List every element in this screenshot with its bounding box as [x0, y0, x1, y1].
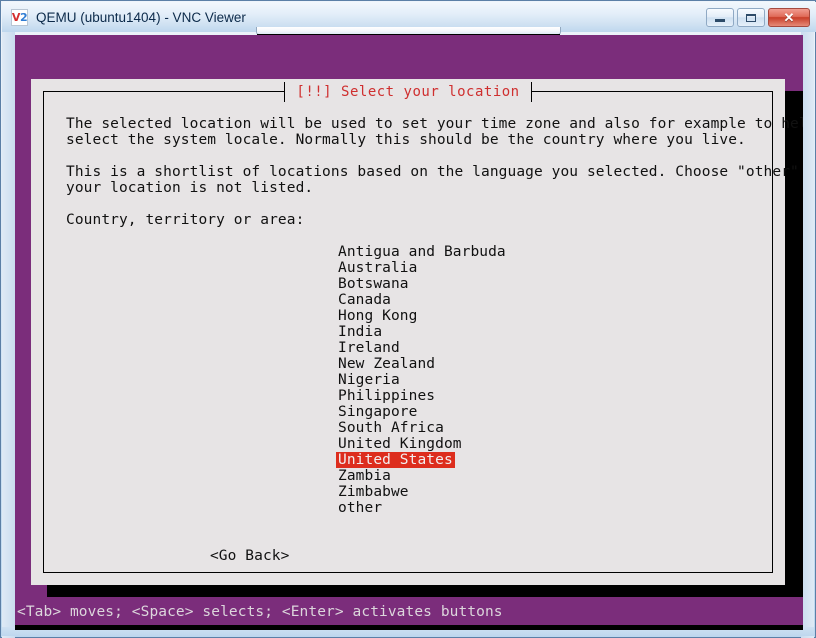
country-label: Zimbabwe: [338, 484, 409, 500]
dialog-paragraph-2: This is a shortlist of locations based o…: [66, 164, 799, 196]
country-label: Hong Kong: [338, 308, 418, 324]
go-back-row: <Go Back>: [66, 532, 750, 580]
country-label: New Zealand: [338, 356, 436, 372]
window-title: QEMU (ubuntu1404) - VNC Viewer: [36, 9, 246, 25]
viewer-left-edge: [2, 32, 15, 638]
installer-status-bar: <Tab> moves; <Space> selects; <Enter> ac…: [15, 599, 803, 625]
country-label: Nigeria: [338, 372, 400, 388]
dialog-frame: [!!] Select your location The selected l…: [43, 82, 803, 573]
dialog-title: [!!] Select your location: [284, 82, 532, 102]
vnc-remote-screen[interactable]: [!!] Select your location The selected l…: [15, 35, 803, 625]
list-item[interactable]: United Kingdom: [336, 436, 750, 452]
list-item[interactable]: South Africa: [336, 420, 750, 436]
minimize-button[interactable]: [706, 8, 734, 27]
list-item[interactable]: Ireland: [336, 340, 750, 356]
country-label: United Kingdom: [338, 436, 462, 452]
window-controls: ✕: [706, 8, 810, 27]
list-item[interactable]: Hong Kong: [336, 308, 750, 324]
country-label: Ireland: [338, 340, 400, 356]
canvas-bottom-strip: [15, 625, 803, 630]
list-item[interactable]: India: [336, 324, 750, 340]
select-location-dialog: [!!] Select your location The selected l…: [31, 79, 803, 585]
dialog-paragraph-1: The selected location will be used to se…: [66, 116, 803, 148]
minimize-icon: [715, 19, 725, 22]
close-button[interactable]: ✕: [768, 8, 810, 27]
close-icon: ✕: [783, 10, 795, 25]
list-item[interactable]: United States: [336, 452, 750, 468]
vnc-toolbar-tab[interactable]: [256, 27, 561, 37]
app-icon-letter-1: V: [11, 10, 20, 24]
list-item[interactable]: Zambia: [336, 468, 750, 484]
dialog-title-bar: [!!] Select your location: [44, 82, 772, 102]
country-label: Australia: [338, 260, 418, 276]
country-label: Antigua and Barbuda: [338, 244, 506, 260]
country-label: South Africa: [338, 420, 444, 436]
maximize-button[interactable]: [737, 8, 765, 27]
country-label: Botswana: [338, 276, 409, 292]
list-item[interactable]: other: [336, 500, 750, 516]
country-label: other: [338, 500, 383, 516]
go-back-button[interactable]: <Go Back>: [210, 548, 289, 564]
list-item[interactable]: Zimbabwe: [336, 484, 750, 500]
country-list[interactable]: Antigua and Barbuda Australia Botswana Cana…: [66, 244, 750, 516]
app-icon-letter-2: 2: [19, 10, 28, 24]
list-item[interactable]: Antigua and Barbuda: [336, 244, 750, 260]
country-label: India: [338, 324, 383, 340]
list-item[interactable]: Singapore: [336, 404, 750, 420]
label-spacer: [66, 196, 750, 212]
country-label: Singapore: [338, 404, 418, 420]
list-item[interactable]: Philippines: [336, 388, 750, 404]
country-label: Canada: [338, 292, 391, 308]
country-label: Philippines: [338, 388, 436, 404]
list-item[interactable]: Botswana: [336, 276, 750, 292]
list-item[interactable]: Nigeria: [336, 372, 750, 388]
list-item[interactable]: Canada: [336, 292, 750, 308]
maximize-icon: [746, 13, 756, 22]
vnc-viewer-window: V2 QEMU (ubuntu1404) - VNC Viewer ✕ [!!]…: [0, 0, 816, 638]
country-label: United States: [336, 452, 455, 468]
list-item[interactable]: Australia: [336, 260, 750, 276]
country-list-label: Country, territory or area:: [66, 212, 305, 228]
vnc-viewer-icon: V2: [11, 8, 28, 26]
list-item[interactable]: New Zealand: [336, 356, 750, 372]
dialog-body: The selected location will be used to se…: [44, 102, 803, 572]
country-label: Zambia: [338, 468, 391, 484]
